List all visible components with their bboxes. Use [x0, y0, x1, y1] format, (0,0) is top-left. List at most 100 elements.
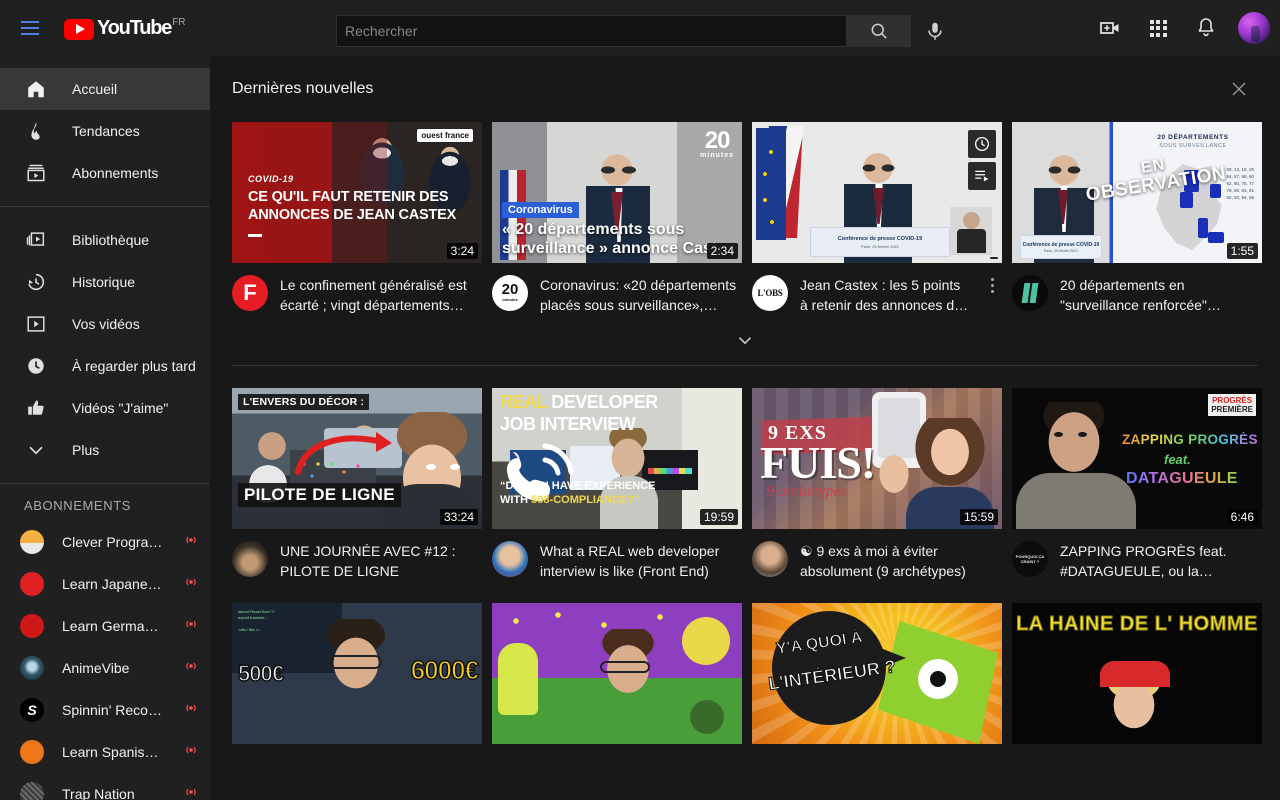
video-card[interactable]: import React from "r" export function... <… — [232, 603, 482, 744]
channel-avatar[interactable]: 20 minutes — [492, 275, 528, 311]
channel-avatar[interactable]: POURQUOI ÇA CRAINT ? — [1012, 541, 1048, 577]
video-card[interactable]: 20 minutes Coronavirus « 20 départements… — [492, 122, 742, 315]
channel-avatar[interactable]: F — [232, 275, 268, 311]
video-thumbnail[interactable]: 20 minutes Coronavirus « 20 départements… — [492, 122, 742, 263]
sidebar-subscription-learn-german[interactable]: Learn German with… — [0, 605, 210, 647]
sidebar-subscription-trap-nation[interactable]: Trap Nation — [0, 773, 210, 800]
thumbnail-left-text: 500€ — [237, 660, 284, 687]
youtube-apps-button[interactable] — [1138, 8, 1178, 48]
sidebar-item-historique[interactable]: Historique — [0, 261, 210, 303]
thumbnail-logo2: PREMIÈRE — [1211, 405, 1253, 414]
video-card[interactable]: REAL DEVELOPER JOB INTERVIEW “DO YOU HAV… — [492, 388, 742, 581]
sidebar-item-videos-jaime[interactable]: Vidéos "J'aime" — [0, 387, 210, 429]
video-thumbnail[interactable]: LA HAINE DE L' HOMME — [1012, 603, 1262, 744]
video-title[interactable]: ☯ 9 exs à moi à éviter absolument (9 arc… — [800, 541, 1002, 581]
hamburger-menu-icon[interactable] — [10, 8, 50, 48]
watch-later-clock-icon[interactable] — [968, 130, 996, 158]
create-video-button[interactable] — [1090, 8, 1130, 48]
video-meta: ☯ 9 exs à moi à éviter absolument (9 arc… — [752, 529, 1002, 581]
clock-icon — [24, 354, 48, 378]
thumbs-up-icon — [24, 396, 48, 420]
video-thumbnail[interactable]: PROGRÈS PREMIÈRE ZAPPING PROGRÈS feat. D… — [1012, 388, 1262, 529]
channel-avatar[interactable] — [1012, 275, 1048, 311]
microphone-icon — [928, 22, 942, 40]
search-box[interactable] — [336, 15, 847, 47]
video-card[interactable] — [492, 603, 742, 744]
video-title[interactable]: Coronavirus: «20 départements placés sou… — [540, 275, 742, 315]
thumbnail-hover-actions — [968, 130, 996, 190]
thumbnail-line2: JOB INTERVIEW — [500, 414, 636, 434]
expand-shelf-button[interactable] — [210, 315, 1280, 365]
video-card[interactable]: Conférence de presse COVID-19 Paris, 25 … — [1012, 122, 1262, 315]
apps-grid-icon — [1149, 19, 1167, 37]
video-meta: L'OBS Jean Castex : les 5 points à reten… — [752, 263, 1002, 315]
video-thumbnail[interactable]: Conférence de presse COVID-19 Paris, 25 … — [1012, 122, 1262, 263]
sidebar-item-accueil[interactable]: Accueil — [0, 68, 210, 110]
video-thumbnail[interactable] — [492, 603, 742, 744]
channel-name: Clever Programmer — [62, 534, 166, 550]
video-title[interactable]: What a REAL web developer interview is l… — [540, 541, 742, 581]
thumbnail-big: FUIS! — [760, 437, 876, 488]
video-title[interactable]: Jean Castex : les 5 points à retenir des… — [800, 275, 970, 315]
thumbnail-quote1: “DO YOU HAVE EXPERIENCE — [500, 480, 656, 492]
video-options-menu[interactable] — [982, 275, 1002, 315]
sidebar-subscription-animevibe[interactable]: AnimeVibe — [0, 647, 210, 689]
sidebar-subscription-learn-japanese[interactable]: Learn Japanese wi… — [0, 563, 210, 605]
sidebar-item-bibliotheque[interactable]: Bibliothèque — [0, 219, 210, 261]
channel-avatar[interactable] — [752, 541, 788, 577]
video-meta: 20 minutes Coronavirus: «20 départements… — [492, 263, 742, 315]
voice-search-button[interactable] — [915, 11, 955, 51]
sidebar-item-label: Accueil — [72, 81, 118, 97]
video-card[interactable]: 9 EXS FUIS! 9 archétypes 15:59 ☯ 9 exs à… — [752, 388, 1002, 581]
video-card[interactable]: LA HAINE DE L' HOMME — [1012, 603, 1262, 744]
channel-avatar[interactable] — [232, 541, 268, 577]
sidebar-item-label: Vos vidéos — [72, 316, 140, 332]
sidebar-item-vos-videos[interactable]: Vos vidéos — [0, 303, 210, 345]
video-thumbnail[interactable]: L'ENVERS DU DÉCOR : PILOTE DE LIGNE 33:2… — [232, 388, 482, 529]
channel-avatar[interactable] — [492, 541, 528, 577]
breaking-news-shelf: Dernières nouvelles ouest france COVID-1… — [210, 56, 1280, 366]
youtube-logo[interactable]: YouTube FR — [64, 17, 186, 40]
sidebar-subscription-spinnin-records[interactable]: S Spinnin' Records — [0, 689, 210, 731]
thumbnail-caption-sub: Paris, 25 février 2021 — [860, 243, 900, 249]
sidebar-item-label: Plus — [72, 442, 100, 458]
video-duration: 1:55 — [1226, 243, 1258, 259]
video-meta: POURQUOI ÇA CRAINT ? ZAPPING PROGRÈS fea… — [1012, 529, 1262, 581]
sidebar-item-plus[interactable]: Plus — [0, 429, 210, 471]
thumbnail-kicker: Coronavirus — [502, 202, 579, 218]
thumbnail-top-text: L'ENVERS DU DÉCOR : — [238, 394, 370, 410]
video-duration — [990, 257, 998, 259]
video-card[interactable]: Y'A QUOI À L'INTÉRIEUR ? — [752, 603, 1002, 744]
video-card[interactable]: ouest france COVID-19 CE QU'IL FAUT RETE… — [232, 122, 482, 315]
close-icon[interactable] — [1228, 78, 1250, 100]
account-avatar[interactable] — [1238, 12, 1270, 44]
video-thumbnail[interactable]: 9 EXS FUIS! 9 archétypes 15:59 — [752, 388, 1002, 529]
channel-avatar — [20, 656, 44, 680]
notifications-button[interactable] — [1186, 8, 1226, 48]
thumbnail-line1a: REAL — [500, 392, 547, 412]
video-thumbnail[interactable]: ouest france COVID-19 CE QU'IL FAUT RETE… — [232, 122, 482, 263]
sidebar-subscription-learn-spanish[interactable]: Learn Spanish with… — [0, 731, 210, 773]
sidebar-item-a-regarder-plus-tard[interactable]: À regarder plus tard — [0, 345, 210, 387]
thumbnail-kicker: COVID-19 — [248, 174, 294, 184]
video-thumbnail[interactable]: Conférence de presse COVID-19 Paris, 25 … — [752, 122, 1002, 263]
video-card[interactable]: L'ENVERS DU DÉCOR : PILOTE DE LIGNE 33:2… — [232, 388, 482, 581]
video-card[interactable]: PROGRÈS PREMIÈRE ZAPPING PROGRÈS feat. D… — [1012, 388, 1262, 581]
video-title[interactable]: 20 départements en "surveillance renforc… — [1060, 275, 1262, 315]
channel-avatar[interactable]: L'OBS — [752, 275, 788, 311]
video-thumbnail[interactable]: REAL DEVELOPER JOB INTERVIEW “DO YOU HAV… — [492, 388, 742, 529]
video-title[interactable]: ZAPPING PROGRÈS feat. #DATAGUEULE, ou la… — [1060, 541, 1262, 581]
sidebar-item-label: Vidéos "J'aime" — [72, 400, 169, 416]
video-card-hovered[interactable]: Conférence de presse COVID-19 Paris, 25 … — [752, 122, 1002, 315]
sidebar-subscription-clever-programmer[interactable]: Clever Programmer — [0, 521, 210, 563]
search-input[interactable] — [345, 23, 838, 39]
search-button[interactable] — [847, 15, 911, 47]
youtube-play-icon — [64, 18, 94, 40]
video-thumbnail[interactable]: import React from "r" export function... <… — [232, 603, 482, 744]
sidebar-item-abonnements[interactable]: Abonnements — [0, 152, 210, 194]
sidebar-item-tendances[interactable]: Tendances — [0, 110, 210, 152]
video-title[interactable]: UNE JOURNÉE AVEC #12 : PILOTE DE LIGNE — [280, 541, 482, 581]
add-to-queue-icon[interactable] — [968, 162, 996, 190]
video-thumbnail[interactable]: Y'A QUOI À L'INTÉRIEUR ? — [752, 603, 1002, 744]
video-title[interactable]: Le confinement généralisé est écarté ; v… — [280, 275, 482, 315]
